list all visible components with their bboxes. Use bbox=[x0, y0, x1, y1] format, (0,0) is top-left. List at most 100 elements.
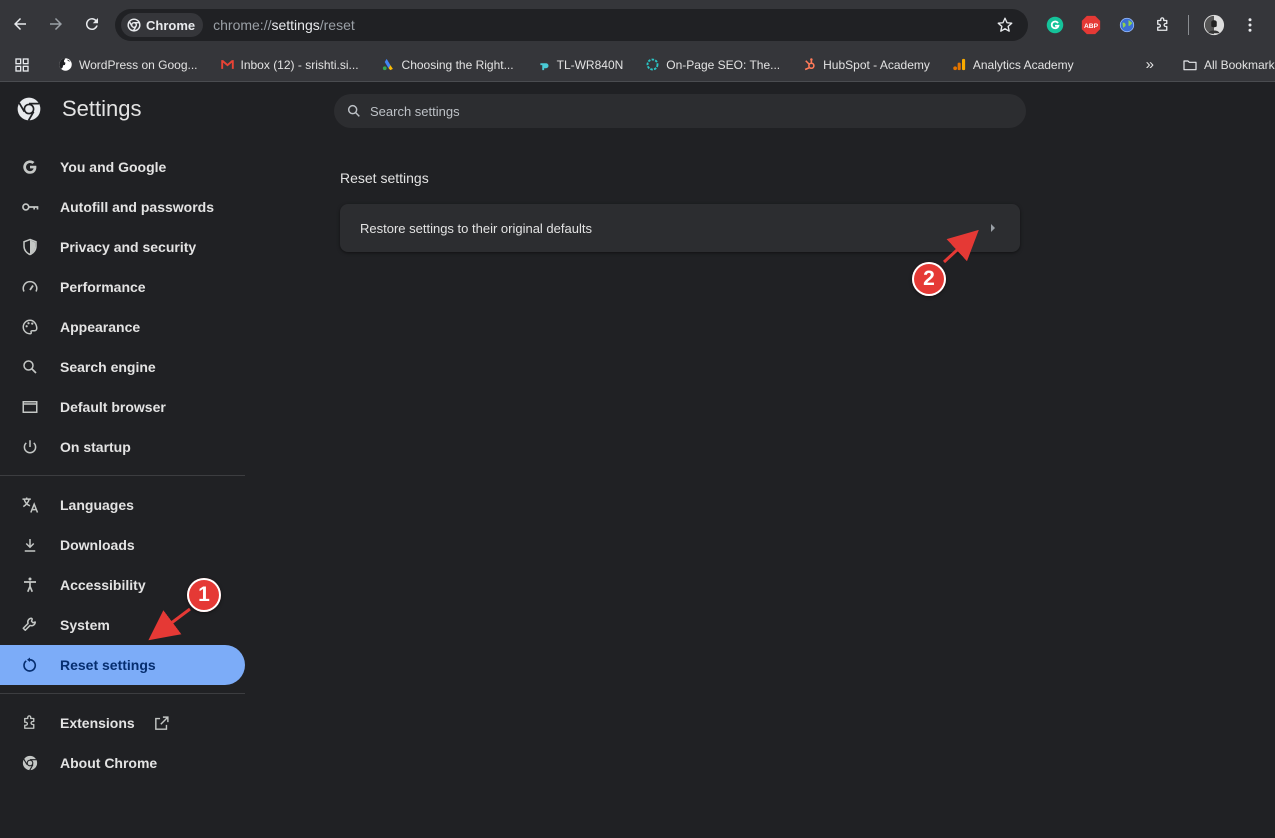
sidebar-item-label: On startup bbox=[60, 439, 131, 455]
sidebar-item-privacy-and-security[interactable]: Privacy and security bbox=[0, 227, 245, 267]
bookmark-choosing-the-right[interactable]: Choosing the Right... bbox=[373, 57, 522, 72]
url-scheme: chrome:// bbox=[213, 17, 272, 33]
sidebar-item-performance[interactable]: Performance bbox=[0, 267, 245, 307]
url-text: chrome://settings/reset bbox=[213, 17, 355, 33]
extensions-menu-button[interactable] bbox=[1148, 10, 1178, 40]
bookmarks-overflow-button[interactable]: » bbox=[1138, 56, 1162, 73]
menu-kebab-icon bbox=[1248, 18, 1252, 32]
shield-icon bbox=[20, 237, 40, 257]
browser-toolbar: Chrome chrome://settings/reset ABP bbox=[0, 0, 1275, 48]
bookmark-label: TL-WR840N bbox=[556, 57, 624, 72]
profile-button[interactable] bbox=[1199, 10, 1229, 40]
power-icon bbox=[20, 437, 40, 457]
sidebar-item-label: Reset settings bbox=[60, 657, 156, 673]
search-placeholder: Search settings bbox=[370, 103, 460, 119]
bookmark-label: Analytics Academy bbox=[972, 57, 1074, 72]
globe-extension-button[interactable] bbox=[1112, 10, 1142, 40]
star-icon[interactable] bbox=[996, 16, 1014, 34]
bookmark-label: Choosing the Right... bbox=[401, 57, 514, 72]
bookmark-inbox-12-srishti-si[interactable]: Inbox (12) - srishti.si... bbox=[212, 57, 367, 72]
url-path: /reset bbox=[319, 17, 355, 33]
adblock-plus-icon: ABP bbox=[1081, 15, 1101, 35]
open-external-icon bbox=[153, 715, 170, 732]
bookmark-label: WordPress on Goog... bbox=[79, 57, 198, 72]
bookmark-analytics-academy[interactable]: Analytics Academy bbox=[944, 57, 1082, 72]
overflow-label: » bbox=[1145, 56, 1154, 73]
tplink-icon bbox=[536, 57, 551, 72]
chrome-icon bbox=[20, 753, 40, 773]
apps-button[interactable] bbox=[0, 57, 38, 73]
search-icon bbox=[347, 104, 360, 117]
abp-label: ABP bbox=[1084, 23, 1099, 30]
sidebar-item-about-chrome[interactable]: About Chrome bbox=[0, 743, 245, 783]
analytics-icon bbox=[952, 57, 967, 72]
bookmark-hubspot-academy[interactable]: HubSpot - Academy bbox=[794, 57, 938, 72]
site-chip[interactable]: Chrome bbox=[121, 13, 204, 37]
back-icon bbox=[14, 18, 26, 30]
chrome-logo-icon bbox=[17, 97, 41, 121]
url-host: settings bbox=[271, 17, 320, 33]
forward-icon bbox=[50, 18, 62, 30]
sidebar-item-extensions[interactable]: Extensions bbox=[0, 703, 245, 743]
sidebar-item-autofill-and-passwords[interactable]: Autofill and passwords bbox=[0, 187, 245, 227]
palette-icon bbox=[20, 317, 40, 337]
sidebar-item-default-browser[interactable]: Default browser bbox=[0, 387, 245, 427]
folder-icon bbox=[1183, 59, 1197, 70]
sidebar-item-reset-settings[interactable]: Reset settings bbox=[0, 645, 245, 685]
globe-icon bbox=[58, 57, 73, 72]
wrench-icon bbox=[20, 615, 40, 635]
sidebar-item-label: About Chrome bbox=[60, 755, 158, 771]
google-g-icon bbox=[20, 157, 40, 177]
gmail-icon bbox=[220, 57, 235, 72]
chrome-icon bbox=[127, 18, 141, 32]
apps-grid-icon bbox=[15, 57, 29, 72]
reload-button[interactable] bbox=[75, 7, 109, 41]
chip-label: Chrome bbox=[146, 17, 196, 33]
arrow-right-icon bbox=[991, 224, 995, 232]
search-settings-field[interactable]: Search settings bbox=[334, 94, 1026, 128]
accessibility-icon bbox=[20, 575, 40, 595]
all-bookmarks-label: All Bookmarks bbox=[1203, 57, 1275, 72]
restore-defaults-row[interactable]: Restore settings to their original defau… bbox=[340, 204, 1020, 252]
chrome-settings-window: Chrome chrome://settings/reset ABP WordP… bbox=[0, 0, 1275, 838]
reset-icon bbox=[20, 655, 40, 675]
nav-divider bbox=[0, 693, 245, 694]
bookmark-list: WordPress on Goog... Inbox (12) - srishti… bbox=[50, 57, 1088, 72]
annotation-badge-2: 2 bbox=[912, 262, 946, 296]
section-title: Reset settings bbox=[340, 170, 429, 186]
sidebar-item-downloads[interactable]: Downloads bbox=[0, 525, 245, 565]
circle-icon bbox=[645, 57, 660, 72]
sidebar-item-appearance[interactable]: Appearance bbox=[0, 307, 245, 347]
address-bar[interactable]: Chrome chrome://settings/reset bbox=[115, 9, 1028, 41]
extensions-area: ABP bbox=[1040, 9, 1265, 41]
sidebar-item-label: Search engine bbox=[60, 359, 156, 375]
sidebar-item-label: System bbox=[60, 617, 110, 633]
back-button[interactable] bbox=[3, 7, 37, 41]
hubspot-icon bbox=[802, 57, 817, 72]
bookmark-tl-wr840n[interactable]: TL-WR840N bbox=[528, 57, 632, 72]
sidebar-item-label: You and Google bbox=[60, 159, 167, 175]
all-bookmarks-button[interactable]: All Bookmarks bbox=[1174, 57, 1275, 73]
puzzle-icon bbox=[20, 713, 40, 733]
bookmarks-bar: WordPress on Goog... Inbox (12) - srishti… bbox=[0, 48, 1275, 82]
adblock-plus-button[interactable]: ABP bbox=[1076, 10, 1106, 40]
forward-button[interactable] bbox=[39, 7, 73, 41]
chrome-menu-button[interactable] bbox=[1235, 10, 1265, 40]
sidebar-item-you-and-google[interactable]: You and Google bbox=[0, 147, 245, 187]
sidebar-item-label: Privacy and security bbox=[60, 239, 197, 255]
search-icon bbox=[20, 357, 40, 377]
browser-window-icon bbox=[20, 397, 40, 417]
bookmark-label: On-Page SEO: The... bbox=[666, 57, 781, 72]
settings-header: Settings bbox=[16, 96, 142, 122]
extension-globe-icon bbox=[1119, 17, 1135, 33]
sidebar-item-languages[interactable]: Languages bbox=[0, 485, 245, 525]
sidebar-item-on-startup[interactable]: On startup bbox=[0, 427, 245, 467]
translate-icon bbox=[20, 495, 40, 515]
grammarly-button[interactable] bbox=[1040, 10, 1070, 40]
nav-group-other: Extensions About Chrome bbox=[0, 703, 245, 783]
key-icon bbox=[20, 197, 40, 217]
nav-divider bbox=[0, 475, 245, 476]
bookmark-wordpress-on-goog[interactable]: WordPress on Goog... bbox=[50, 57, 206, 72]
sidebar-item-search-engine[interactable]: Search engine bbox=[0, 347, 245, 387]
bookmark-on-page-seo-the[interactable]: On-Page SEO: The... bbox=[637, 57, 788, 72]
